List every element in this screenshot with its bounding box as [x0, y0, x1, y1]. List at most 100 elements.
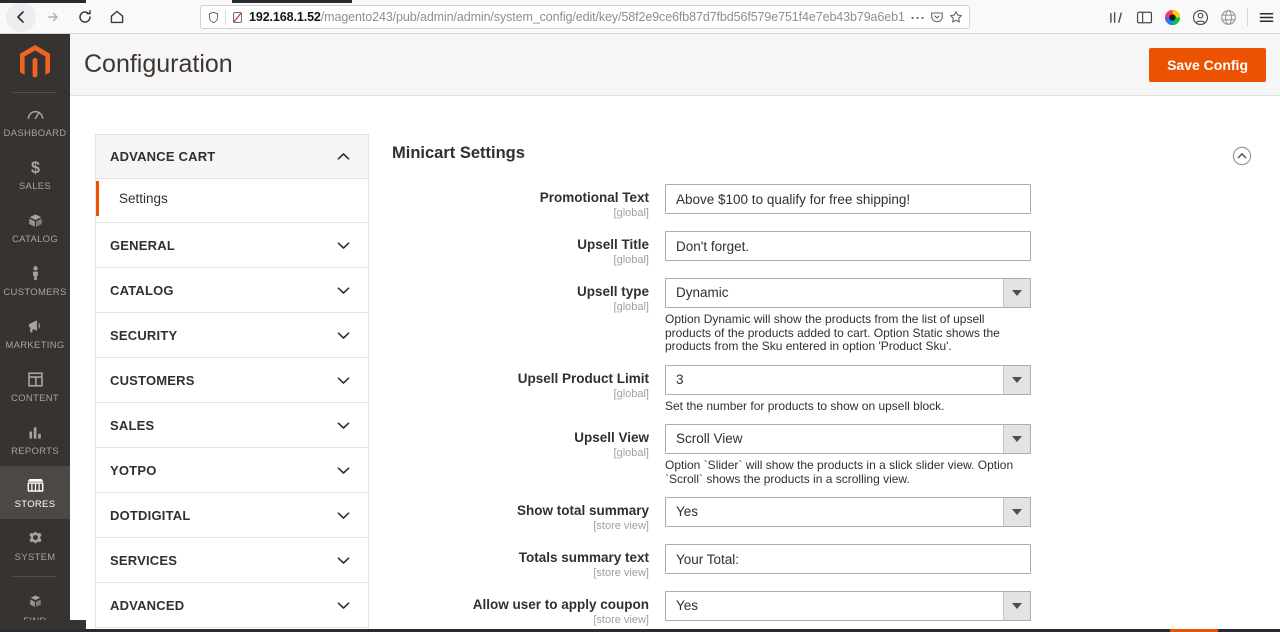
totals-summary-text-input[interactable] [665, 544, 1031, 574]
field-label: Totals summary text [518, 550, 649, 565]
field-input-col: Yes [665, 497, 1031, 533]
ellipsis-icon[interactable] [910, 11, 925, 24]
config-section-label: ADVANCED [110, 597, 185, 613]
address-bar[interactable]: 192.168.1.52/magento243/pub/admin/admin/… [200, 5, 970, 29]
promotional-text-input[interactable] [665, 184, 1031, 214]
megaphone-icon [2, 315, 68, 337]
chevron-down-icon[interactable] [1003, 497, 1031, 527]
tabstrip-edge-right [232, 0, 352, 3]
chevron-down-icon [337, 511, 350, 520]
config-section-header[interactable]: SECURITY [96, 313, 368, 357]
config-section-header[interactable]: SALES [96, 403, 368, 447]
sidebar-icon[interactable] [1135, 8, 1154, 27]
field-input-col [665, 184, 1031, 220]
config-section-label: CATALOG [110, 282, 174, 298]
sidebar-item-stores[interactable]: STORES [0, 466, 70, 519]
reload-button[interactable] [70, 2, 100, 32]
config-section-label: SALES [110, 417, 155, 433]
chevron-down-icon [337, 556, 350, 565]
toolbar-divider [1247, 8, 1248, 26]
upsell-view-select[interactable]: Scroll View [665, 424, 1031, 454]
config-section-label: CUSTOMERS [110, 372, 195, 388]
chevron-down-icon [337, 241, 350, 250]
sidebar-item-label: CONTENT [10, 393, 59, 404]
account-icon[interactable] [1191, 8, 1210, 27]
store-icon [2, 474, 68, 496]
magento-admin: DASHBOARD $ SALES CATALOG CUSTOMERS MARK… [0, 34, 1280, 632]
field-note: Option Dynamic will show the products fr… [665, 312, 1000, 353]
chevron-down-icon [337, 331, 350, 340]
config-section-header[interactable]: YOTPO [96, 448, 368, 492]
magento-logo-icon[interactable] [0, 34, 70, 92]
select-value: Scroll View [665, 424, 1031, 454]
field-upsell-view: Upsell View [global] Scroll View Option … [380, 424, 1270, 486]
sidebar-item-sales[interactable]: $ SALES [0, 148, 70, 201]
config-section-customers: CUSTOMERS [95, 357, 369, 402]
sidebar-item-system[interactable]: SYSTEM [0, 519, 70, 572]
urlbar-separator [225, 9, 226, 25]
field-input-col: Scroll View Option `Slider` will show th… [665, 424, 1031, 486]
field-input-col: 3 Set the number for products to show on… [665, 364, 1031, 414]
sidebar-item-label: SYSTEM [14, 552, 56, 563]
config-subitem-settings[interactable]: Settings [96, 181, 368, 216]
star-icon[interactable] [949, 10, 963, 24]
sidebar-item-label: CATALOG [11, 234, 59, 245]
config-section-header[interactable]: CATALOG [96, 268, 368, 312]
upsell-product-limit-select[interactable]: 3 [665, 364, 1031, 395]
sidebar-item-label: CUSTOMERS [3, 287, 67, 298]
config-section-header[interactable]: CUSTOMERS [96, 358, 368, 402]
field-note: Option `Slider` will show the products i… [665, 458, 1014, 486]
field-label-col: Promotional Text [global] [380, 184, 665, 220]
field-label: Show total summary [516, 503, 649, 518]
chevron-down-icon[interactable] [1003, 424, 1031, 454]
forward-button[interactable] [38, 2, 68, 32]
bar-chart-icon [2, 421, 68, 443]
field-input-col [665, 544, 1031, 580]
config-section-header[interactable]: SERVICES [96, 538, 368, 582]
config-section-general: GENERAL [95, 222, 369, 267]
sidebar-item-marketing[interactable]: MARKETING [0, 307, 70, 360]
config-section-children: Settings [96, 179, 368, 222]
chevron-down-icon[interactable] [1003, 278, 1031, 308]
show-total-summary-select[interactable]: Yes [665, 497, 1031, 527]
back-button[interactable] [6, 1, 36, 32]
chevron-down-icon[interactable] [1003, 364, 1031, 395]
sidebar-item-reports[interactable]: REPORTS [0, 413, 70, 466]
sidebar-item-dashboard[interactable]: DASHBOARD [0, 95, 70, 148]
save-config-button[interactable]: Save Config [1149, 48, 1266, 82]
upsell-type-select[interactable]: Dynamic [665, 278, 1031, 308]
upsell-title-input[interactable] [665, 231, 1031, 261]
sidebar-item-catalog[interactable]: CATALOG [0, 201, 70, 254]
sidebar-item-customers[interactable]: CUSTOMERS [0, 254, 70, 307]
page-header: Configuration Save Config [70, 34, 1280, 96]
field-input-col: Dynamic Option Dynamic will show the pro… [665, 278, 1031, 354]
extension-icon[interactable] [1163, 8, 1182, 27]
shield-icon [207, 11, 220, 24]
field-label: Upsell type [576, 284, 649, 299]
tracking-protection-off-icon[interactable] [231, 11, 244, 24]
config-section-header[interactable]: GENERAL [96, 223, 368, 267]
nav-divider [13, 92, 57, 93]
pocket-icon[interactable] [930, 10, 944, 24]
home-button[interactable] [102, 2, 132, 32]
config-section-header[interactable]: DOTDIGITAL [96, 493, 368, 537]
config-section-header[interactable]: ADVANCE CART [96, 135, 368, 179]
field-upsell-product-limit: Upsell Product Limit [global] 3 Set the … [380, 364, 1270, 414]
content-panel: Minicart Settings [380, 134, 1270, 166]
config-section-header[interactable]: ADVANCED [96, 583, 368, 627]
field-scope: [global] [613, 301, 649, 313]
minicart-settings-form: Promotional Text [global] Upsell Title [… [380, 184, 1270, 632]
globe-icon[interactable] [1219, 8, 1238, 27]
sidebar-item-label: SALES [18, 181, 52, 192]
sidebar-item-content[interactable]: CONTENT [0, 360, 70, 413]
chevron-down-icon[interactable] [1003, 591, 1031, 621]
url-text: 192.168.1.52/magento243/pub/admin/admin/… [249, 6, 905, 28]
allow-coupon-select[interactable]: Yes [665, 591, 1031, 621]
config-section-catalog: CATALOG [95, 267, 369, 312]
collapse-circle-up-icon[interactable] [1232, 146, 1252, 166]
tabstrip-edge-left [0, 0, 86, 3]
url-host: 192.168.1.52 [249, 10, 321, 24]
library-icon[interactable] [1107, 8, 1126, 27]
hamburger-menu-icon[interactable] [1257, 8, 1276, 27]
config-section-security: SECURITY [95, 312, 369, 357]
